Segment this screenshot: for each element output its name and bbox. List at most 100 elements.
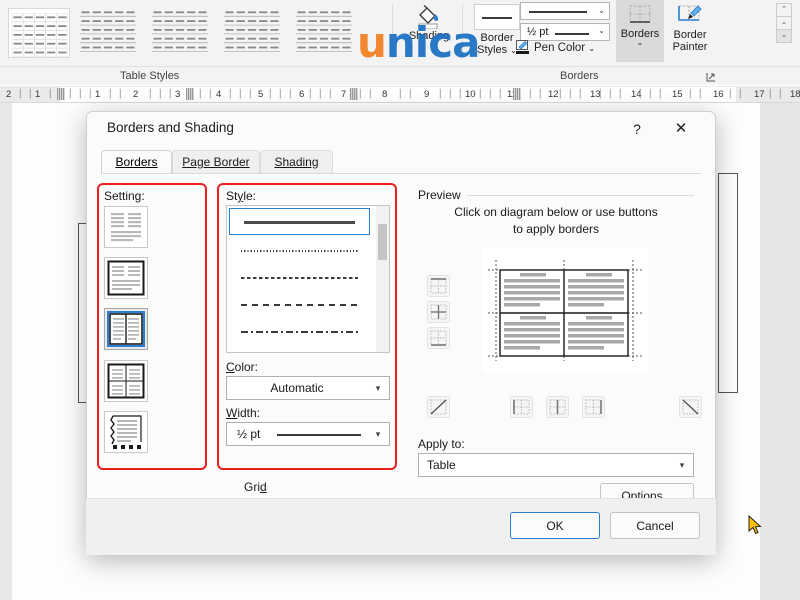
ruler-minor-tick: │ [498, 89, 503, 98]
ruler-minor-tick: │ [18, 89, 23, 98]
ruler-tick: 8 [382, 89, 387, 100]
ok-button[interactable]: OK [510, 512, 600, 539]
style-list-scroll-thumb[interactable] [378, 224, 387, 260]
line-style-combo[interactable]: ⌄ [520, 2, 610, 20]
preview-bottom-border-button[interactable] [427, 327, 450, 349]
ruler-tick: 15 [672, 89, 683, 100]
gallery-scroll-down-button[interactable]: ⌄ [776, 16, 792, 30]
table-style-thumb-3[interactable] [152, 8, 214, 58]
gallery-scroll-up-button[interactable]: ⌃ [776, 3, 792, 17]
ruler-tab-stop[interactable] [513, 88, 521, 100]
style-list-scrollbar[interactable] [376, 206, 389, 352]
ribbon: ⌃ ⌄ ⌄ Shading Border Styles ⌄ ⌄ ½ pt ⌄ [0, 0, 800, 72]
horizontal-ruler[interactable]: 21123456789101112131415161718│││││││││││… [0, 86, 800, 103]
table-style-thumb-5[interactable] [296, 8, 358, 58]
ruler-minor-tick: │ [208, 89, 213, 98]
ruler-tick: 16 [713, 89, 724, 100]
border-painter-button[interactable]: Border Painter [664, 0, 716, 62]
color-combo[interactable]: Automatic ▾ [226, 376, 390, 400]
setting-option-all[interactable] [104, 308, 148, 350]
preview-right-border-button[interactable] [582, 396, 605, 418]
ruler-minor-tick: │ [148, 89, 153, 98]
ruler-minor-tick: │ [118, 89, 123, 98]
apply-to-label: Apply to: [418, 437, 465, 451]
mouse-cursor [748, 515, 764, 537]
table-styles-gallery[interactable] [0, 0, 390, 66]
ruler-minor-tick: │ [198, 89, 203, 98]
chevron-down-icon[interactable]: ⌄ [588, 44, 595, 53]
preview-diagram[interactable] [482, 248, 648, 373]
ruler-minor-tick: │ [738, 89, 743, 98]
chevron-down-icon[interactable]: ⌄ [598, 6, 605, 15]
ruler-tab-stop[interactable] [350, 88, 358, 100]
style-item-solid[interactable] [229, 208, 370, 235]
ruler-tick: 7 [341, 89, 346, 100]
line-weight-combo[interactable]: ½ pt ⌄ [520, 23, 610, 41]
ruler-minor-tick: │ [728, 89, 733, 98]
ruler-minor-tick: │ [478, 89, 483, 98]
pen-icon [516, 40, 532, 54]
ruler-minor-tick: │ [28, 89, 33, 98]
ruler-minor-tick: │ [698, 89, 703, 98]
ruler-minor-tick: │ [398, 89, 403, 98]
preview-top-border-button[interactable] [427, 275, 450, 297]
line-weight-value: ½ pt [527, 26, 548, 38]
preview-vertical-inside-border-button[interactable] [546, 396, 569, 418]
ruler-minor-tick: │ [288, 89, 293, 98]
ruler-minor-tick: │ [268, 89, 273, 98]
ruler-minor-tick: │ [238, 89, 243, 98]
border-painter-icon [676, 4, 704, 28]
ruler-minor-tick: │ [598, 89, 603, 98]
style-item-dashed-large[interactable] [229, 291, 370, 318]
style-item-dashed-small[interactable] [229, 264, 370, 291]
apply-to-combo[interactable]: Table ▾ [418, 453, 694, 477]
group-label-borders: Borders [560, 70, 599, 82]
setting-option-box[interactable] [104, 257, 148, 299]
ruler-tick: 1 [35, 89, 40, 100]
setting-option-custom[interactable] [104, 411, 148, 453]
setting-label: Setting: [104, 189, 145, 203]
chevron-down-icon[interactable]: ▾ [367, 423, 389, 445]
ruler-tick: 9 [424, 89, 429, 100]
pen-color-button[interactable]: Pen Color ⌄ [516, 40, 595, 54]
ruler-minor-tick: │ [648, 89, 653, 98]
ruler-minor-tick: │ [158, 89, 163, 98]
gallery-more-button[interactable]: ⌄ [776, 29, 792, 43]
ruler-minor-tick: │ [228, 89, 233, 98]
preview-label: Preview [418, 188, 467, 202]
chevron-down-icon[interactable]: ▾ [671, 454, 693, 476]
preview-horizontal-inside-border-button[interactable] [427, 301, 450, 323]
setting-option-none[interactable] [104, 206, 148, 248]
preview-diagonal-up-border-button[interactable] [679, 396, 702, 418]
borders-dropdown-button[interactable]: Borders ⌄ [616, 0, 664, 62]
chevron-down-icon[interactable]: ⌄ [598, 26, 605, 35]
preview-divider [466, 195, 694, 196]
border-styles-label: Border Styles [477, 32, 513, 56]
ruler-minor-tick: │ [408, 89, 413, 98]
ruler-tab-stop[interactable] [57, 88, 65, 100]
ruler-minor-tick: │ [278, 89, 283, 98]
preview-instruction: Click on diagram below or use buttons to… [418, 204, 694, 238]
ruler-tick: 10 [465, 89, 476, 100]
ruler-tab-stop[interactable] [186, 88, 194, 100]
chevron-down-icon[interactable]: ▾ [367, 377, 389, 399]
group-label-table-styles: Table Styles [120, 70, 179, 82]
preview-diagonal-down-border-button[interactable] [427, 396, 450, 418]
shading-button[interactable]: Shading [398, 2, 460, 56]
setting-option-grid[interactable] [104, 360, 148, 402]
style-item-dotted[interactable] [229, 237, 370, 264]
ruler-minor-tick: │ [248, 89, 253, 98]
style-item-dash-dot[interactable] [229, 318, 370, 345]
dialog-launcher-icon[interactable] [706, 71, 716, 81]
ruler-minor-tick: │ [658, 89, 663, 98]
ruler-minor-tick: │ [108, 89, 113, 98]
gallery-scroll-buttons[interactable]: ⌃ ⌄ ⌄ [776, 3, 792, 42]
preview-left-border-button[interactable] [510, 396, 533, 418]
table-style-thumb-2[interactable] [80, 8, 142, 58]
cancel-button[interactable]: Cancel [610, 512, 700, 539]
table-style-thumb-4[interactable] [224, 8, 286, 58]
width-combo[interactable]: ½ pt ▾ [226, 422, 390, 446]
ruler-minor-tick: │ [688, 89, 693, 98]
table-style-thumb-1[interactable] [8, 8, 70, 58]
style-list[interactable] [226, 205, 390, 353]
